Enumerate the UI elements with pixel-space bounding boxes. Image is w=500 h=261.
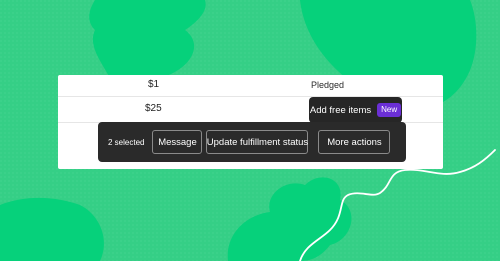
amount-cell: $1 [148,79,160,90]
add-free-items-label: Add free items [309,104,372,116]
table-row[interactable]: $1 Pledged [58,75,443,97]
more-actions-button[interactable]: More actions [318,130,391,154]
selected-count: 2 selected [108,137,145,147]
bulk-action-bar: 2 selected Message Update fulfillment st… [98,122,406,162]
status-cell: Pledged [311,80,345,90]
new-badge: New [377,103,402,117]
update-fulfillment-status-button[interactable]: Update fulfillment status [206,130,309,154]
add-free-items-menu-item[interactable]: Add free items New [309,97,402,123]
message-button[interactable]: Message [152,130,203,154]
amount-cell: $25 [145,103,162,114]
